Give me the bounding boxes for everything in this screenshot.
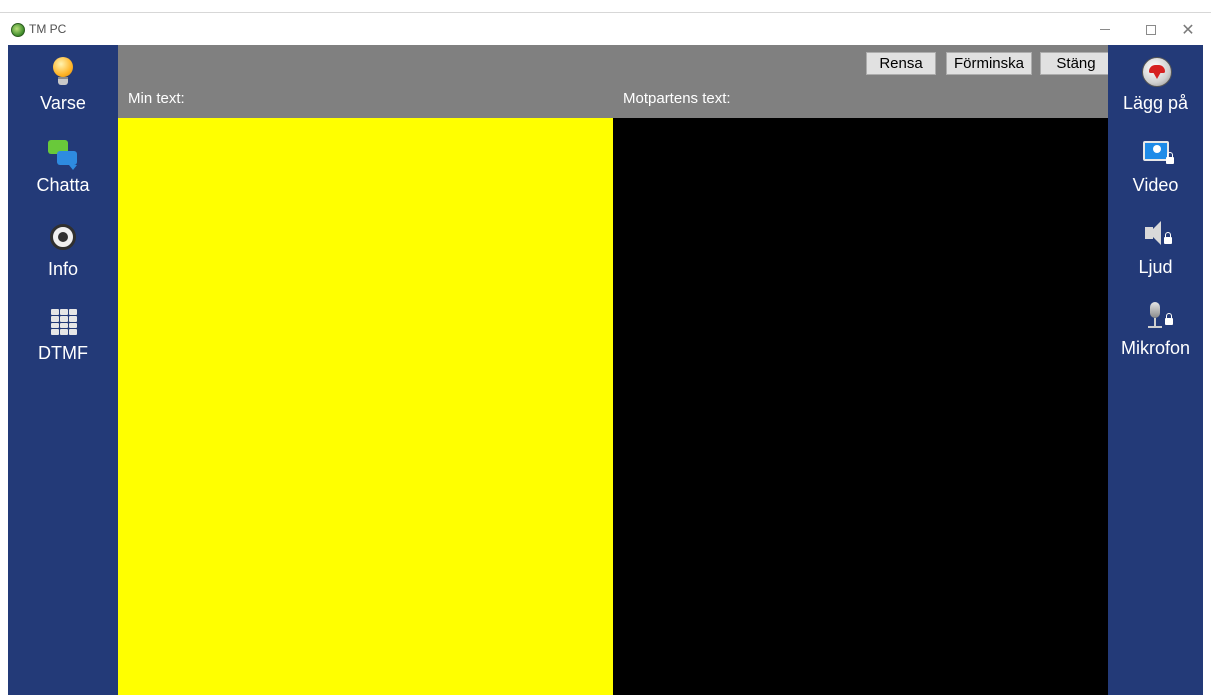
sidebar-item-label: Ljud [1138,257,1173,277]
sidebar-item-mikrofon[interactable]: Mikrofon [1108,300,1203,359]
my-text-label: Min text: [128,90,185,107]
close-panel-button[interactable]: Stäng [1040,52,1112,75]
sidebar-item-varse[interactable]: Varse [8,55,118,114]
sidebar-item-label: Info [47,259,79,279]
sidebar-item-video[interactable]: Video [1108,137,1203,196]
sidebar-item-label: DTMF [38,343,88,363]
keypad-icon [46,305,80,339]
info-icon [46,221,80,255]
close-window-button[interactable]: ✕ [1165,14,1211,45]
divider [0,12,1211,13]
sidebar-item-label: Lägg på [1122,93,1189,113]
video-locked-icon [1139,137,1174,171]
chat-toolbar: Rensa Förminska Stäng Min text: Motparte… [118,45,1112,118]
minimize-window-button[interactable] [1082,14,1128,45]
text-chat-panel: Rensa Förminska Stäng Min text: Motparte… [118,45,1112,695]
hang-up-icon [1139,55,1173,89]
right-sidebar: Lägg på Video Ljud Mikrofon [1108,45,1203,695]
maximize-icon [1146,24,1156,35]
client-area: Varse Chatta Info DTMF Rensa Förminska S… [8,45,1203,695]
microphone-locked-icon [1139,300,1173,334]
chat-icon [46,137,80,171]
app-icon [11,23,25,37]
title-bar: TM PC ✕ [0,14,1211,45]
speaker-locked-icon [1139,219,1173,253]
sidebar-item-dtmf[interactable]: DTMF [8,305,118,364]
minimize-icon [1100,29,1110,30]
lightbulb-icon [46,55,80,89]
close-icon: ✕ [1181,21,1195,39]
top-strip [0,0,1211,14]
partner-text-area [613,118,1108,695]
clear-button[interactable]: Rensa [866,52,936,75]
sidebar-item-label: Chatta [36,175,90,195]
partner-text-label: Motpartens text: [623,90,731,107]
sidebar-item-info[interactable]: Info [8,221,118,280]
window-title: TM PC [29,22,67,36]
sidebar-item-ljud[interactable]: Ljud [1108,219,1203,278]
left-sidebar: Varse Chatta Info DTMF [8,45,118,695]
my-text-area[interactable] [118,118,613,695]
sidebar-item-chatta[interactable]: Chatta [8,137,118,196]
sidebar-item-hang-up[interactable]: Lägg på [1108,55,1203,114]
sidebar-item-label: Video [1132,175,1179,195]
sidebar-item-label: Mikrofon [1120,338,1191,358]
minimize-panel-button[interactable]: Förminska [946,52,1032,75]
sidebar-item-label: Varse [40,93,86,113]
